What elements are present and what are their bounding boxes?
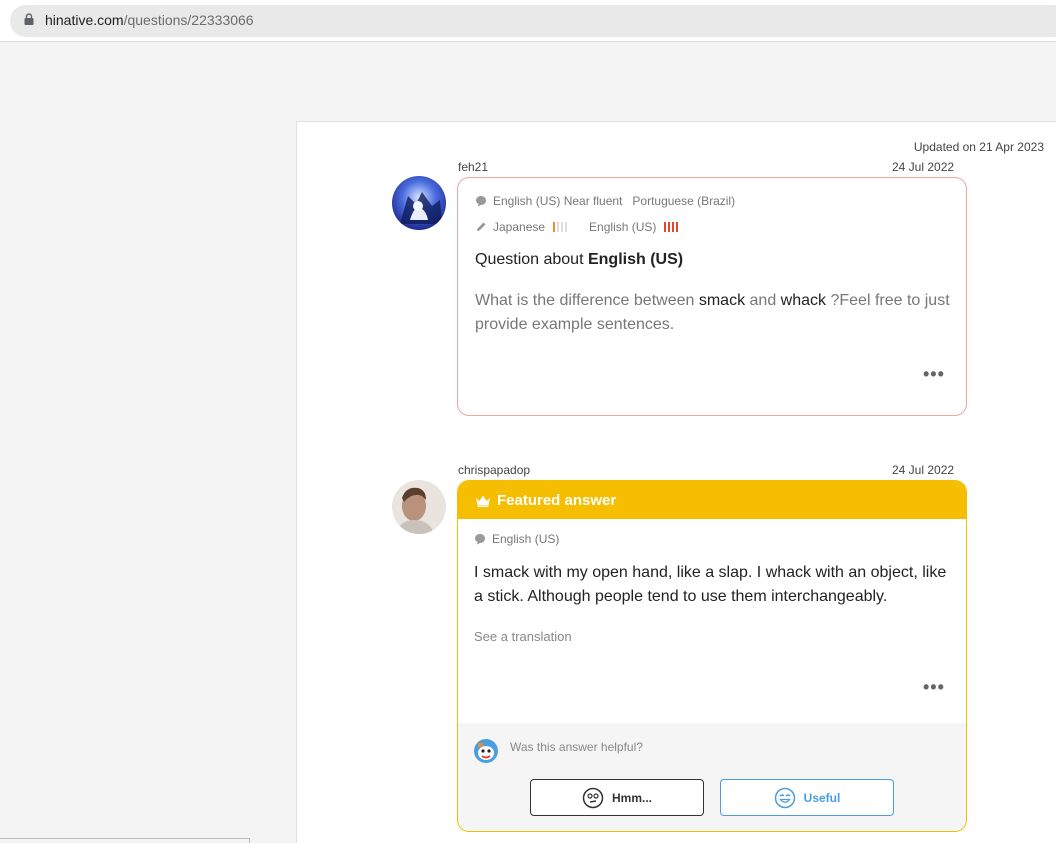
level-bars-low-icon [553,222,568,232]
featured-answer-header: Featured answer [458,481,966,519]
hmm-button[interactable]: Hmm... [530,779,704,816]
native-languages-row: English (US) Near fluent Portuguese (Bra… [475,194,735,208]
question-title-language: English (US) [587,251,684,268]
pencil-icon [477,222,486,231]
question-card: Updated on 21 Apr 2023 feh21 24 Jul 2022… [296,121,1056,843]
question-more-options-icon[interactable]: ••• [923,364,945,385]
answer-more-options-icon[interactable]: ••• [923,677,945,698]
see-translation-link[interactable]: See a translation [474,629,572,644]
useful-button-label: Useful [803,790,841,805]
hmm-button-label: Hmm... [611,790,652,805]
question-keyword-1: smack [698,292,746,309]
question-body-part1: What is the difference between [475,292,699,309]
question-username[interactable]: feh21 [458,160,488,174]
crown-icon [476,495,490,507]
question-keyword-2: whack [780,292,827,309]
url-path: /questions/22333066 [123,12,254,28]
answer-date: 24 Jul 2022 [892,463,955,477]
question-body: What is the difference between smack and… [475,289,960,337]
question-date: 24 Jul 2022 [892,160,955,174]
level-bars-high-icon [664,222,679,232]
lock-icon [24,13,34,25]
helpful-question: Was this answer helpful? [510,740,643,754]
question-title: Question about English (US) [475,251,683,269]
mascot-icon [474,739,498,763]
useful-button[interactable]: Useful [720,779,894,816]
learning-languages-row: Japanese English (US) [475,220,679,234]
question-title-prefix: Question about [475,251,588,268]
answer-language-row: English (US) [474,532,559,546]
updated-date: Updated on 21 Apr 2023 [913,140,1044,154]
smiley-face-icon [774,787,795,808]
question-body-part2: and [745,292,781,309]
answer-box: Featured answer English (US) I smack wit… [457,480,967,832]
speech-bubble-icon [476,196,486,207]
featured-answer-label: Featured answer [497,491,617,509]
url-host: hinative.com [45,12,124,28]
answer-avatar[interactable] [392,480,446,534]
learning-language-1: Japanese [493,220,546,234]
helpful-section: Was this answer helpful? Hmm... Useful [458,723,966,831]
answer-language: English (US) [492,532,560,546]
speech-bubble-icon [475,534,485,545]
native-languages-text: English (US) Near fluent Portuguese (Bra… [493,194,736,208]
url-text[interactable]: hinative.com/questions/22333066 [45,12,254,28]
learning-language-2: English (US) [589,220,657,234]
question-box: English (US) Near fluent Portuguese (Bra… [457,177,967,416]
answer-username[interactable]: chrispapadop [458,463,530,477]
answer-body: I smack with my open hand, like a slap. … [474,564,947,605]
thinking-face-icon [582,787,604,808]
tiger-avatar-image [392,176,446,230]
question-avatar[interactable] [392,176,446,230]
browser-url-bar: hinative.com/questions/22333066 [0,0,1056,42]
person-avatar-image [392,480,446,534]
horizontal-scrollbar[interactable] [0,838,250,843]
